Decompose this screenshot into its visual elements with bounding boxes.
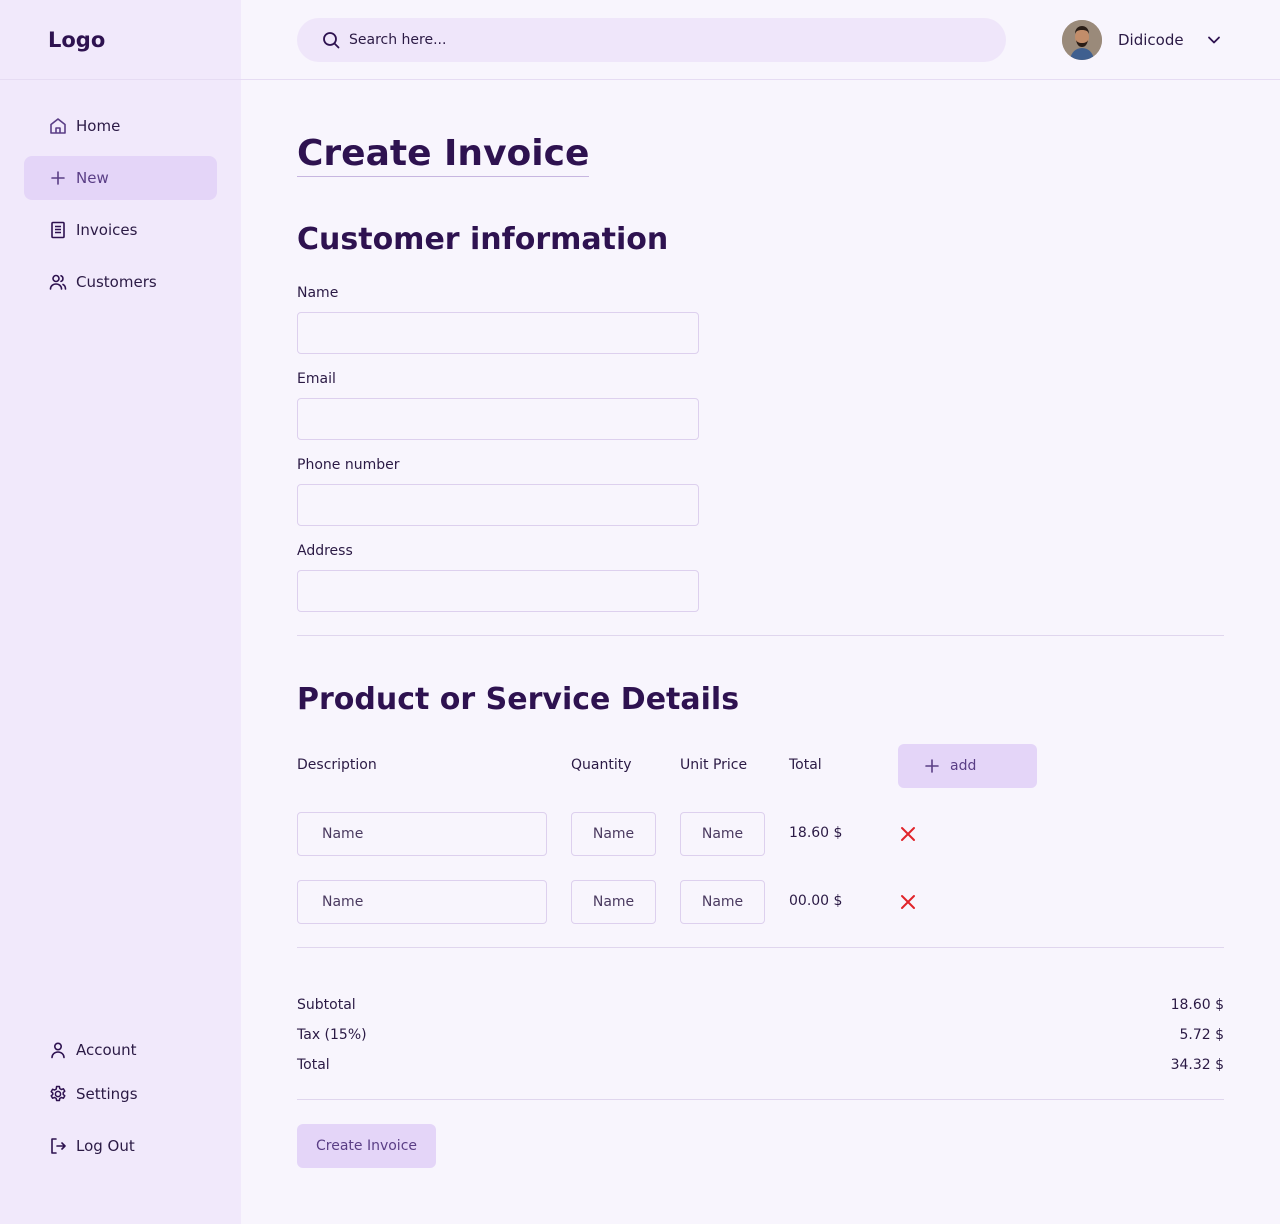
- user-icon: [48, 1040, 68, 1060]
- column-total: Total: [789, 757, 822, 773]
- sidebar-item-label: Home: [76, 117, 121, 135]
- search-bar[interactable]: [297, 18, 1006, 62]
- plus-icon: [922, 756, 942, 776]
- products-section-title: Product or Service Details: [297, 682, 740, 717]
- column-unit-price: Unit Price: [680, 757, 748, 773]
- line-total: 18.60 $: [789, 825, 843, 841]
- logout-icon: [48, 1136, 68, 1156]
- logo[interactable]: Logo: [48, 28, 105, 52]
- search-input[interactable]: [349, 32, 949, 48]
- divider: [297, 1099, 1224, 1100]
- delete-icon[interactable]: [898, 892, 918, 912]
- sidebar-item-label: Log Out: [76, 1137, 135, 1155]
- sidebar: Logo Home New Invoices Customers Account…: [0, 0, 241, 1224]
- delete-icon[interactable]: [898, 824, 918, 844]
- sidebar-item-invoices[interactable]: Invoices: [24, 208, 217, 252]
- user-menu[interactable]: Didicode: [1062, 20, 1224, 60]
- sidebar-item-new[interactable]: New: [24, 156, 217, 200]
- logo-area: Logo: [0, 0, 241, 80]
- sidebar-item-label: New: [76, 169, 109, 187]
- sidebar-item-label: Invoices: [76, 221, 138, 239]
- description-input[interactable]: Name: [297, 880, 547, 924]
- total-value: 34.32 $: [1170, 1057, 1224, 1073]
- sidebar-nav: Home New Invoices Customers: [24, 104, 217, 312]
- add-line-button[interactable]: add: [898, 744, 1037, 788]
- phone-field[interactable]: [297, 484, 699, 526]
- sidebar-item-account[interactable]: Account: [24, 1028, 217, 1072]
- search-icon: [321, 30, 341, 50]
- total-label: Total: [297, 1057, 330, 1073]
- quantity-input[interactable]: Name: [571, 880, 656, 924]
- line-total: 00.00 $: [789, 893, 843, 909]
- create-invoice-button[interactable]: Create Invoice: [297, 1124, 436, 1168]
- email-label: Email: [297, 371, 336, 387]
- avatar[interactable]: [1062, 20, 1102, 60]
- unit-price-input[interactable]: Name: [680, 812, 765, 856]
- address-field[interactable]: [297, 570, 699, 612]
- home-icon: [48, 116, 68, 136]
- phone-label: Phone number: [297, 457, 400, 473]
- page-title: Create Invoice: [297, 132, 590, 177]
- name-label: Name: [297, 285, 339, 301]
- sidebar-item-label: Customers: [76, 273, 157, 291]
- description-input[interactable]: Name: [297, 812, 547, 856]
- column-description: Description: [297, 757, 377, 773]
- sidebar-item-home[interactable]: Home: [24, 104, 217, 148]
- sidebar-item-settings[interactable]: Settings: [24, 1072, 217, 1116]
- plus-icon: [48, 168, 68, 188]
- name-field[interactable]: [297, 312, 699, 354]
- chevron-down-icon[interactable]: [1204, 30, 1224, 50]
- divider: [297, 947, 1224, 948]
- tax-label: Tax (15%): [297, 1027, 367, 1043]
- top-bar: Didicode: [241, 0, 1280, 80]
- tax-value: 5.72 $: [1179, 1027, 1224, 1043]
- sidebar-bottom-nav: Account Settings Log Out: [24, 1028, 217, 1168]
- document-icon: [48, 220, 68, 240]
- subtotal-label: Subtotal: [297, 997, 356, 1013]
- email-field[interactable]: [297, 398, 699, 440]
- add-label: add: [950, 758, 977, 774]
- subtotal-value: 18.60 $: [1170, 997, 1224, 1013]
- user-name: Didicode: [1118, 31, 1184, 49]
- sidebar-item-label: Account: [76, 1041, 137, 1059]
- column-quantity: Quantity: [571, 757, 632, 773]
- divider: [297, 635, 1224, 636]
- quantity-input[interactable]: Name: [571, 812, 656, 856]
- gear-icon: [48, 1084, 68, 1104]
- sidebar-item-customers[interactable]: Customers: [24, 260, 217, 304]
- sidebar-item-label: Settings: [76, 1085, 138, 1103]
- customer-section-title: Customer information: [297, 222, 669, 257]
- users-icon: [48, 272, 68, 292]
- sidebar-item-logout[interactable]: Log Out: [24, 1124, 217, 1168]
- unit-price-input[interactable]: Name: [680, 880, 765, 924]
- address-label: Address: [297, 543, 353, 559]
